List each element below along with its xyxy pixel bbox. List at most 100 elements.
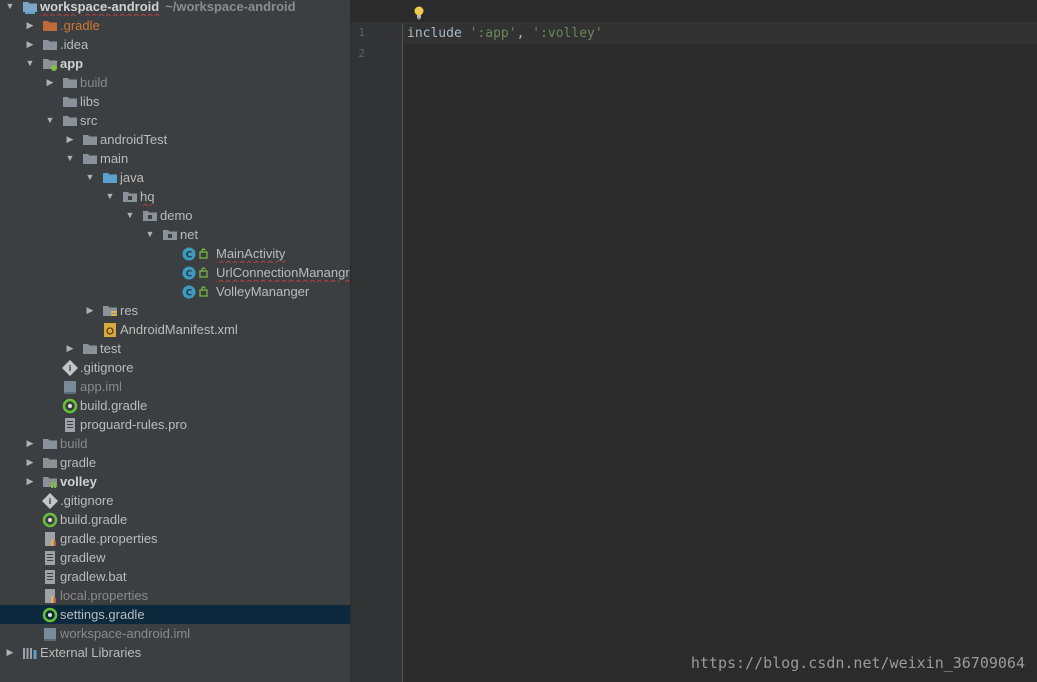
- tree-item-urlconnectionmanangr[interactable]: C UrlConnectionManangr: [0, 263, 350, 282]
- tree-item-text: build.gradle: [60, 510, 127, 529]
- code-editor[interactable]: include ':app', ':volley': [403, 23, 1037, 682]
- tree-item-text: build: [80, 73, 107, 92]
- package-icon: [142, 208, 158, 224]
- expand-arrow-right-icon[interactable]: ▶: [24, 35, 36, 54]
- manifest-file-icon: [102, 322, 118, 338]
- tree-item-label: .gradle: [60, 18, 100, 33]
- tree-item-proguard-rules-pro[interactable]: proguard-rules.pro: [0, 415, 350, 434]
- tree-item-build-gradle[interactable]: build.gradle: [0, 510, 350, 529]
- expand-arrow-right-icon[interactable]: ▶: [24, 16, 36, 35]
- tree-item-hq[interactable]: ▼ hq: [0, 187, 350, 206]
- expand-arrow-right-icon[interactable]: ▶: [4, 643, 16, 662]
- tree-item-gradlew-bat[interactable]: gradlew.bat: [0, 567, 350, 586]
- package-icon: [122, 189, 138, 205]
- folder-icon: [62, 113, 78, 129]
- tree-item-local-properties[interactable]: local.properties: [0, 586, 350, 605]
- expand-arrow-right-icon[interactable]: ▶: [64, 339, 76, 358]
- tree-item-androidmanifest-xml[interactable]: AndroidManifest.xml: [0, 320, 350, 339]
- tree-item-gradle[interactable]: ▶ .gradle: [0, 16, 350, 35]
- expand-arrow-down-icon[interactable]: ▼: [124, 206, 136, 225]
- line-number: 2: [358, 47, 365, 60]
- source-folder-icon: [102, 170, 118, 186]
- tree-item-external-libraries[interactable]: ▶ External Libraries: [0, 643, 350, 662]
- tree-item-libs[interactable]: libs: [0, 92, 350, 111]
- tree-item-text: .idea: [60, 35, 88, 54]
- tree-item-gradle-properties[interactable]: gradle.properties: [0, 529, 350, 548]
- line-number-gutter: 12: [351, 23, 403, 682]
- expand-arrow-right-icon[interactable]: ▶: [24, 453, 36, 472]
- code-token: ,: [516, 26, 533, 41]
- tree-item-demo[interactable]: ▼ demo: [0, 206, 350, 225]
- java-class-icon: C: [182, 265, 208, 281]
- folder-icon: [82, 151, 98, 167]
- expand-arrow-right-icon[interactable]: ▶: [44, 73, 56, 92]
- tree-item-workspace-android-iml[interactable]: workspace-android.iml: [0, 624, 350, 643]
- expand-arrow-down-icon[interactable]: ▼: [24, 54, 36, 73]
- resource-folder-icon: [102, 303, 118, 319]
- text-file-icon: [42, 569, 58, 585]
- tree-item-build-gradle[interactable]: build.gradle: [0, 396, 350, 415]
- expand-arrow-down-icon[interactable]: ▼: [144, 225, 156, 244]
- tree-item-label: app: [60, 56, 84, 71]
- tree-item-volley[interactable]: ▶ volley: [0, 472, 350, 491]
- tree-item-workspace-android[interactable]: ▼ workspace-android ~/workspace-android: [0, 0, 350, 16]
- expand-arrow-down-icon[interactable]: ▼: [104, 187, 116, 206]
- tree-item-src[interactable]: ▼ src: [0, 111, 350, 130]
- tree-item-label: androidTest: [100, 132, 168, 147]
- expand-arrow-down-icon[interactable]: ▼: [84, 168, 96, 187]
- tree-item-test[interactable]: ▶ test: [0, 339, 350, 358]
- tree-item-label: .idea: [60, 37, 89, 52]
- tree-item-volleymananger[interactable]: C VolleyMananger: [0, 282, 350, 301]
- tree-item-mainactivity[interactable]: C MainActivity: [0, 244, 350, 263]
- tree-item-label: settings.gradle: [60, 607, 145, 622]
- tree-item-java[interactable]: ▼ java: [0, 168, 350, 187]
- expand-arrow-down-icon[interactable]: ▼: [44, 111, 56, 130]
- code-line[interactable]: [403, 44, 1037, 65]
- tree-item-net[interactable]: ▼ net: [0, 225, 350, 244]
- tree-item-gradlew[interactable]: gradlew: [0, 548, 350, 567]
- expand-arrow-down-icon[interactable]: ▼: [64, 149, 76, 168]
- package-icon: [162, 227, 178, 243]
- tree-item-text: volley: [60, 472, 97, 491]
- expand-arrow-right-icon[interactable]: ▶: [24, 472, 36, 491]
- tree-item-idea[interactable]: ▶ .idea: [0, 35, 350, 54]
- tree-item-text: External Libraries: [40, 643, 141, 662]
- tree-item-text: .gitignore: [80, 358, 133, 377]
- tree-item-text: demo: [160, 206, 193, 225]
- tree-item-main[interactable]: ▼ main: [0, 149, 350, 168]
- tree-item-build[interactable]: ▶ build: [0, 434, 350, 453]
- svg-text:C: C: [186, 270, 193, 280]
- editor-panel[interactable]: 12 include ':app', ':volley' https://blo…: [351, 0, 1037, 682]
- folder-icon: [42, 436, 58, 452]
- folder-icon: [42, 455, 58, 471]
- external-libraries-icon: [22, 645, 38, 661]
- tree-item-text: settings.gradle: [60, 605, 145, 624]
- project-tree-panel[interactable]: ▼ workspace-android ~/workspace-android ▶ .g…: [0, 0, 350, 682]
- line-number: 1: [358, 26, 365, 39]
- code-line[interactable]: include ':app', ':volley': [403, 23, 1037, 44]
- tree-item-app-iml[interactable]: app.iml: [0, 377, 350, 396]
- tree-item-app[interactable]: ▼ app: [0, 54, 350, 73]
- expand-arrow-right-icon[interactable]: ▶: [84, 301, 96, 320]
- iml-file-icon: [42, 626, 58, 642]
- tree-item-build[interactable]: ▶ build: [0, 73, 350, 92]
- tree-item-settings-gradle[interactable]: settings.gradle: [0, 605, 350, 624]
- lightbulb-icon[interactable]: [413, 6, 425, 20]
- string-literal: ':volley': [532, 26, 603, 41]
- expand-arrow-right-icon[interactable]: ▶: [24, 434, 36, 453]
- tree-item-text: hq: [140, 187, 154, 206]
- project-path-hint: ~/workspace-android: [165, 0, 296, 14]
- tree-item-gitignore[interactable]: i .gitignore: [0, 491, 350, 510]
- tree-item-label: gradle: [60, 455, 97, 470]
- tree-item-gradle[interactable]: ▶ gradle: [0, 453, 350, 472]
- expand-arrow-right-icon[interactable]: ▶: [64, 130, 76, 149]
- tree-item-label: java: [120, 170, 144, 185]
- tree-item-res[interactable]: ▶ res: [0, 301, 350, 320]
- tree-item-text: src: [80, 111, 97, 130]
- iml-file-icon: [62, 379, 78, 395]
- tree-item-androidtest[interactable]: ▶ androidTest: [0, 130, 350, 149]
- tree-item-label: .gitignore: [60, 493, 114, 508]
- tree-item-gitignore[interactable]: i .gitignore: [0, 358, 350, 377]
- string-literal: ':app': [469, 26, 517, 41]
- expand-arrow-down-icon[interactable]: ▼: [4, 0, 16, 16]
